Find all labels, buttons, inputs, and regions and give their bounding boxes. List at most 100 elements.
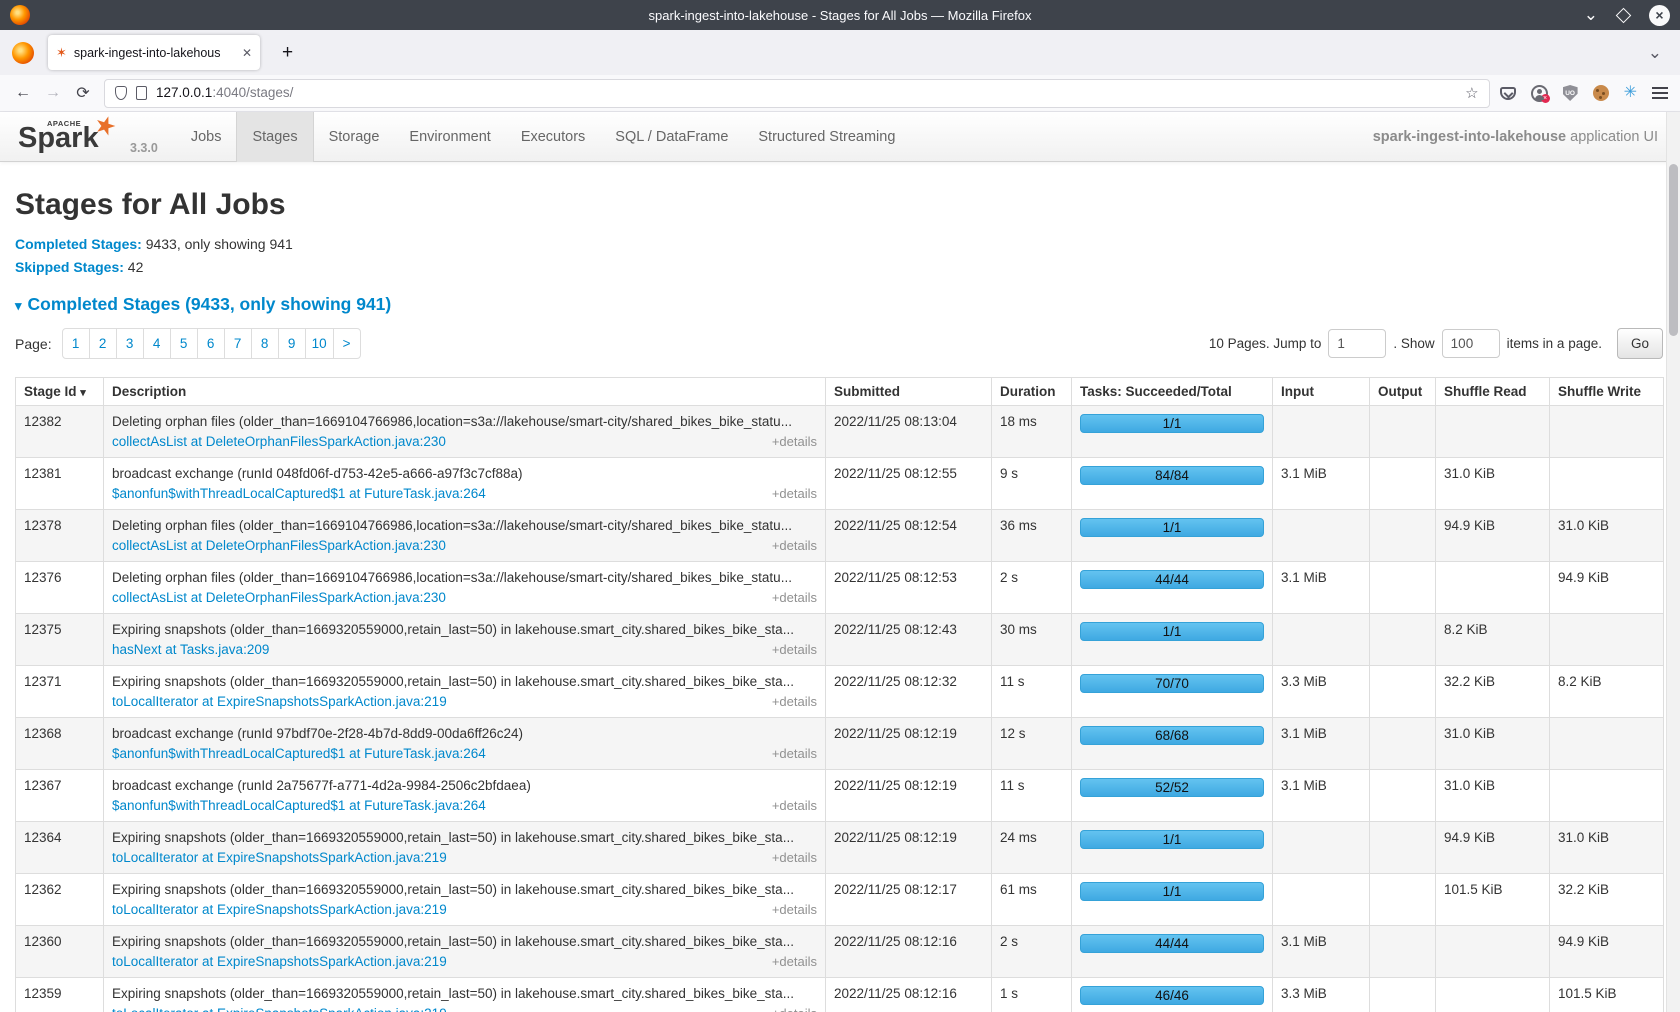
vertical-scrollbar[interactable]	[1666, 112, 1680, 1012]
details-toggle[interactable]: +details	[772, 486, 817, 501]
input-cell: 3.1 MiB	[1273, 926, 1370, 978]
new-tab-button[interactable]: +	[276, 42, 299, 64]
nav-item-jobs[interactable]: Jobs	[176, 112, 237, 162]
details-toggle[interactable]: +details	[772, 746, 817, 761]
shuffle-read-cell	[1436, 406, 1550, 458]
page-button-1[interactable]: 1	[62, 328, 90, 359]
page-button-10[interactable]: 10	[305, 328, 334, 359]
details-toggle[interactable]: +details	[772, 902, 817, 917]
page-button-4[interactable]: 4	[143, 328, 171, 359]
list-tabs-chevron-icon[interactable]: ⌄	[1648, 43, 1668, 63]
minimize-icon[interactable]: ⌄	[1584, 10, 1598, 20]
column-header-submitted[interactable]: Submitted	[826, 378, 992, 406]
extension-asterisk-icon[interactable]: ✳	[1624, 85, 1637, 101]
page-button-5[interactable]: 5	[170, 328, 198, 359]
completed-stages-section-toggle[interactable]: ▾Completed Stages (9433, only showing 94…	[15, 294, 1663, 315]
details-toggle[interactable]: +details	[772, 642, 817, 657]
stage-id-cell: 12364	[16, 822, 104, 874]
column-header-input[interactable]: Input	[1273, 378, 1370, 406]
column-header-tasks-succeeded-total[interactable]: Tasks: Succeeded/Total	[1072, 378, 1273, 406]
description-cell: Expiring snapshots (older_than=166932055…	[104, 926, 826, 978]
bookmark-star-icon[interactable]: ☆	[1465, 84, 1478, 102]
stage-detail-link[interactable]: collectAsList at DeleteOrphanFilesSparkA…	[112, 538, 446, 553]
output-cell	[1370, 822, 1436, 874]
shuffle-read-cell: 8.2 KiB	[1436, 614, 1550, 666]
input-cell: 3.1 MiB	[1273, 718, 1370, 770]
ublock-origin-icon[interactable]: UO	[1563, 85, 1578, 101]
forward-button[interactable]: →	[38, 84, 68, 102]
details-toggle[interactable]: +details	[772, 694, 817, 709]
details-toggle[interactable]: +details	[772, 850, 817, 865]
nav-item-storage[interactable]: Storage	[314, 112, 395, 162]
show-label: . Show	[1393, 336, 1434, 351]
items-per-page-input[interactable]	[1442, 329, 1500, 358]
maximize-icon[interactable]	[1616, 7, 1632, 23]
cookie-extension-icon[interactable]	[1593, 85, 1609, 101]
stage-detail-link[interactable]: toLocalIterator at ExpireSnapshotsSparkA…	[112, 694, 447, 709]
page-button-9[interactable]: 9	[278, 328, 306, 359]
page-info-icon[interactable]	[136, 86, 147, 100]
details-toggle[interactable]: +details	[772, 1006, 817, 1012]
page-button-6[interactable]: 6	[197, 328, 225, 359]
stage-detail-link[interactable]: $anonfun$withThreadLocalCaptured$1 at Fu…	[112, 798, 486, 813]
column-header-duration[interactable]: Duration	[992, 378, 1072, 406]
firefox-view-icon[interactable]	[12, 42, 34, 64]
details-toggle[interactable]: +details	[772, 434, 817, 449]
browser-tab[interactable]: ✶ spark-ingest-into-lakehous ✕	[48, 35, 260, 70]
nav-item-executors[interactable]: Executors	[506, 112, 600, 162]
sync-error-badge: ×	[1541, 94, 1550, 103]
duration-cell: 1 s	[992, 978, 1072, 1012]
stage-detail-link[interactable]: toLocalIterator at ExpireSnapshotsSparkA…	[112, 1006, 447, 1012]
tab-close-icon[interactable]: ✕	[242, 46, 252, 60]
tasks-cell: 70/70	[1072, 666, 1273, 718]
nav-item-environment[interactable]: Environment	[394, 112, 505, 162]
jump-to-page-input[interactable]	[1328, 329, 1386, 358]
spark-brand: Spark	[18, 122, 99, 155]
stage-detail-link[interactable]: $anonfun$withThreadLocalCaptured$1 at Fu…	[112, 486, 486, 501]
column-header-shuffle-write[interactable]: Shuffle Write	[1550, 378, 1664, 406]
details-toggle[interactable]: +details	[772, 590, 817, 605]
description-cell: Deleting orphan files (older_than=166910…	[104, 562, 826, 614]
stage-detail-link[interactable]: toLocalIterator at ExpireSnapshotsSparkA…	[112, 902, 447, 917]
tracking-protection-shield-icon[interactable]	[115, 86, 127, 100]
details-toggle[interactable]: +details	[772, 538, 817, 553]
nav-item-sql-dataframe[interactable]: SQL / DataFrame	[600, 112, 743, 162]
close-window-icon[interactable]: ×	[1649, 5, 1670, 26]
stage-detail-link[interactable]: $anonfun$withThreadLocalCaptured$1 at Fu…	[112, 746, 486, 761]
column-header-description[interactable]: Description	[104, 378, 826, 406]
url-bar[interactable]: 127.0.0.1:4040/stages/ ☆	[104, 79, 1490, 108]
output-cell	[1370, 458, 1436, 510]
menu-hamburger-icon[interactable]	[1652, 84, 1668, 102]
stage-detail-link[interactable]: collectAsList at DeleteOrphanFilesSparkA…	[112, 434, 446, 449]
column-header-stage-id[interactable]: Stage Id ▾	[16, 378, 104, 406]
page-button-8[interactable]: 8	[251, 328, 279, 359]
input-cell	[1273, 614, 1370, 666]
next-page-button[interactable]: >	[333, 328, 361, 359]
description-sub-line: toLocalIterator at ExpireSnapshotsSparkA…	[112, 1006, 817, 1012]
go-button[interactable]: Go	[1617, 328, 1663, 359]
spark-logo[interactable]: APACHE Spark ★	[14, 112, 122, 162]
column-header-shuffle-read[interactable]: Shuffle Read	[1436, 378, 1550, 406]
stage-id-cell: 12371	[16, 666, 104, 718]
details-toggle[interactable]: +details	[772, 954, 817, 969]
stage-detail-link[interactable]: collectAsList at DeleteOrphanFilesSparkA…	[112, 590, 446, 605]
account-sync-icon[interactable]: ×	[1531, 85, 1548, 102]
page-button-2[interactable]: 2	[89, 328, 117, 359]
scrollbar-thumb[interactable]	[1669, 164, 1678, 336]
reload-button[interactable]: ⟳	[68, 83, 98, 103]
stage-detail-link[interactable]: hasNext at Tasks.java:209	[112, 642, 269, 657]
page-button-7[interactable]: 7	[224, 328, 252, 359]
stage-detail-link[interactable]: toLocalIterator at ExpireSnapshotsSparkA…	[112, 850, 447, 865]
skipped-stages-label[interactable]: Skipped Stages:	[15, 259, 124, 275]
description-sub-line: $anonfun$withThreadLocalCaptured$1 at Fu…	[112, 746, 817, 761]
page-button-3[interactable]: 3	[116, 328, 144, 359]
nav-item-structured-streaming[interactable]: Structured Streaming	[743, 112, 910, 162]
shuffle-read-cell: 101.5 KiB	[1436, 874, 1550, 926]
back-button[interactable]: ←	[8, 84, 38, 102]
pocket-icon[interactable]	[1500, 87, 1516, 100]
completed-stages-label[interactable]: Completed Stages:	[15, 236, 142, 252]
stage-detail-link[interactable]: toLocalIterator at ExpireSnapshotsSparkA…	[112, 954, 447, 969]
column-header-output[interactable]: Output	[1370, 378, 1436, 406]
details-toggle[interactable]: +details	[772, 798, 817, 813]
nav-item-stages[interactable]: Stages	[236, 112, 313, 162]
